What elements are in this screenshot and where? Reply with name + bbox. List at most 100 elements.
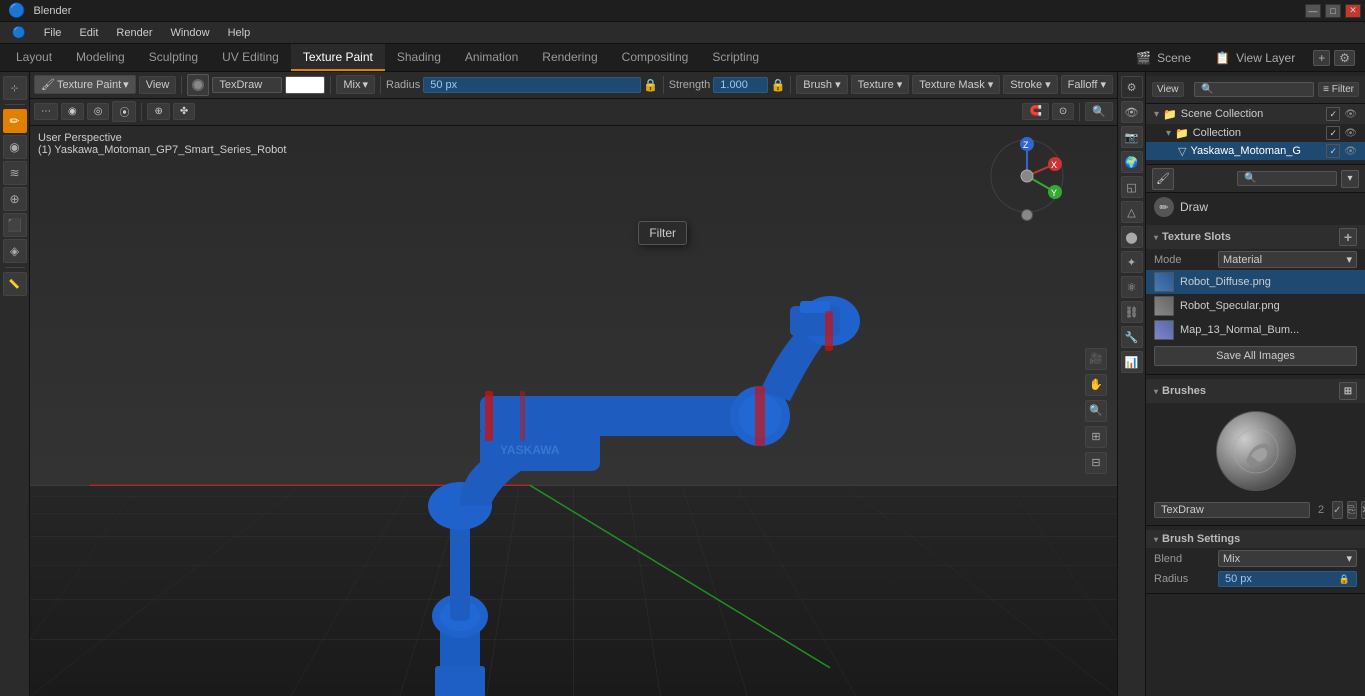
- tool-measure[interactable]: 📏: [3, 272, 27, 296]
- texture-slots-header[interactable]: ▾ Texture Slots +: [1146, 225, 1365, 249]
- tool-mask[interactable]: ◈: [3, 239, 27, 263]
- strength-input[interactable]: [713, 77, 768, 93]
- vp-icon-camera[interactable]: 🎥: [1085, 348, 1107, 370]
- viewport-shading-render[interactable]: ⦿: [112, 101, 136, 122]
- search-btn[interactable]: 🔍: [1085, 102, 1113, 121]
- scene-collection-eye[interactable]: 👁: [1344, 109, 1357, 120]
- scene-selector[interactable]: 🎬 Scene: [1124, 44, 1203, 71]
- scene-collection-check[interactable]: ✓: [1326, 107, 1340, 121]
- gizmo-btn[interactable]: ✤: [173, 103, 195, 120]
- robot-eye[interactable]: 👁: [1344, 146, 1357, 157]
- tool-fill[interactable]: ⬛: [3, 213, 27, 237]
- vp-icon-hand[interactable]: ✋: [1085, 374, 1107, 396]
- outliner-filter-btn[interactable]: ≡ Filter: [1318, 82, 1359, 97]
- menu-help[interactable]: Help: [220, 25, 259, 41]
- prop-icon-material[interactable]: ⬤: [1121, 226, 1143, 248]
- prop-icon-modifier[interactable]: 🔧: [1121, 326, 1143, 348]
- tab-rendering[interactable]: Rendering: [530, 44, 609, 71]
- prop-icon-view[interactable]: 👁: [1121, 101, 1143, 123]
- menu-render[interactable]: Render: [108, 25, 160, 41]
- stroke-dropdown[interactable]: Stroke ▾: [1003, 75, 1057, 94]
- prop-icon-data[interactable]: 📊: [1121, 351, 1143, 373]
- prop-icon-physics[interactable]: ⚛: [1121, 276, 1143, 298]
- tab-uv-editing[interactable]: UV Editing: [210, 44, 291, 71]
- overlay-btn[interactable]: ⊕: [147, 103, 169, 120]
- scene-collection-header[interactable]: ▾ 📁 Scene Collection ✓ 👁: [1146, 104, 1365, 124]
- prop-icon-scene[interactable]: 📷: [1121, 126, 1143, 148]
- tab-modeling[interactable]: Modeling: [64, 44, 137, 71]
- brush-copy-btn[interactable]: ⎘: [1347, 501, 1357, 519]
- vp-icon-grid[interactable]: ⊞: [1085, 426, 1107, 448]
- props-expand-btn[interactable]: ▾: [1341, 170, 1359, 188]
- brush-verify-btn[interactable]: ✓: [1332, 501, 1342, 519]
- brush-radius-input[interactable]: 50 px 🔒: [1218, 571, 1357, 587]
- mix-dropdown[interactable]: Mix ▾: [336, 75, 375, 94]
- prop-icon-world[interactable]: 🌍: [1121, 151, 1143, 173]
- vp-icon-layers[interactable]: ⊟: [1085, 452, 1107, 474]
- view-layer-selector[interactable]: 📋 View Layer: [1203, 44, 1307, 71]
- falloff-dropdown[interactable]: Falloff ▾: [1061, 75, 1113, 94]
- workspace-add-btn[interactable]: +: [1313, 50, 1330, 66]
- tab-sculpting[interactable]: Sculpting: [137, 44, 210, 71]
- texture-item-normal[interactable]: Map_13_Normal_Bum...: [1146, 318, 1365, 342]
- texture-mask-dropdown[interactable]: Texture Mask ▾: [912, 75, 1000, 94]
- tool-smear[interactable]: ≋: [3, 161, 27, 185]
- tab-compositing[interactable]: Compositing: [610, 44, 701, 71]
- prop-icon-particle[interactable]: ✦: [1121, 251, 1143, 273]
- texture-paint-mode-btn[interactable]: 🖌 Texture Paint ▾: [34, 75, 136, 94]
- maximize-button[interactable]: □: [1325, 4, 1341, 18]
- viewport-shading-wire[interactable]: ⋯: [34, 103, 58, 120]
- save-all-images-btn[interactable]: Save All Images: [1154, 346, 1357, 366]
- collection-eye[interactable]: 👁: [1344, 128, 1357, 139]
- texture-item-specular[interactable]: Robot_Specular.png: [1146, 294, 1365, 318]
- strength-lock-icon[interactable]: 🔒: [771, 78, 785, 92]
- props-mode-btn[interactable]: 🖌: [1152, 168, 1174, 190]
- minimize-button[interactable]: —: [1305, 4, 1321, 18]
- close-button[interactable]: ✕: [1345, 4, 1361, 18]
- menu-window[interactable]: Window: [162, 25, 217, 41]
- prop-edit-btn[interactable]: ⊙: [1052, 103, 1074, 120]
- outliner-view-btn[interactable]: View: [1152, 82, 1184, 97]
- robot-outliner-item[interactable]: ▽ Yaskawa_Motoman_G ✓ 👁: [1146, 142, 1365, 160]
- snap-btn[interactable]: 🧲: [1022, 103, 1048, 120]
- brush-settings-header[interactable]: ▾ Brush Settings: [1146, 530, 1365, 548]
- brush-dropdown[interactable]: Brush ▾: [796, 75, 847, 94]
- filter-popup[interactable]: Filter: [638, 221, 687, 245]
- mode-dropdown[interactable]: Material ▾: [1218, 251, 1357, 268]
- texture-item-diffuse[interactable]: Robot_Diffuse.png: [1146, 270, 1365, 294]
- color-swatch[interactable]: [285, 76, 325, 94]
- collection-check[interactable]: ✓: [1326, 126, 1340, 140]
- viewport-shading-solid[interactable]: ◉: [61, 103, 84, 120]
- tab-layout[interactable]: Layout: [4, 44, 64, 71]
- tab-texture-paint[interactable]: Texture Paint: [291, 44, 385, 71]
- brushes-expand-icon[interactable]: ⊞: [1339, 382, 1357, 400]
- tool-clone[interactable]: ⊕: [3, 187, 27, 211]
- outliner-search[interactable]: 🔍: [1194, 82, 1314, 97]
- brush-name-input[interactable]: [1154, 502, 1310, 518]
- tab-shading[interactable]: Shading: [385, 44, 453, 71]
- props-search[interactable]: 🔍: [1237, 171, 1337, 186]
- radius-lock-icon[interactable]: 🔒: [644, 78, 658, 92]
- tool-soften[interactable]: ◉: [3, 135, 27, 159]
- tab-scripting[interactable]: Scripting: [700, 44, 771, 71]
- collection-item[interactable]: ▾ 📁 Collection ✓ 👁: [1146, 124, 1365, 142]
- texture-slots-add[interactable]: +: [1339, 228, 1357, 246]
- prop-icon-constraint[interactable]: ⛓: [1121, 301, 1143, 323]
- blend-dropdown[interactable]: Mix ▾: [1218, 550, 1357, 567]
- vp-icon-zoom[interactable]: 🔍: [1085, 400, 1107, 422]
- brush-name-display[interactable]: TexDraw: [212, 77, 282, 93]
- menu-blender[interactable]: 🔵: [4, 24, 34, 41]
- brushes-header[interactable]: ▾ Brushes ⊞: [1146, 379, 1365, 403]
- prop-icon-object[interactable]: ◱: [1121, 176, 1143, 198]
- texture-dropdown[interactable]: Texture ▾: [851, 75, 910, 94]
- tool-mode-btn[interactable]: ⊹: [3, 76, 27, 100]
- robot-check[interactable]: ✓: [1326, 144, 1340, 158]
- prop-icon-mesh[interactable]: △: [1121, 201, 1143, 223]
- viewport-shading-material[interactable]: ◎: [87, 103, 110, 120]
- brush-delete-btn[interactable]: ✕: [1361, 501, 1365, 519]
- tool-draw[interactable]: ✏: [3, 109, 27, 133]
- prop-icon-tool[interactable]: ⚙: [1121, 76, 1143, 98]
- tab-animation[interactable]: Animation: [453, 44, 530, 71]
- menu-file[interactable]: File: [36, 25, 70, 41]
- radius-input[interactable]: [423, 77, 640, 93]
